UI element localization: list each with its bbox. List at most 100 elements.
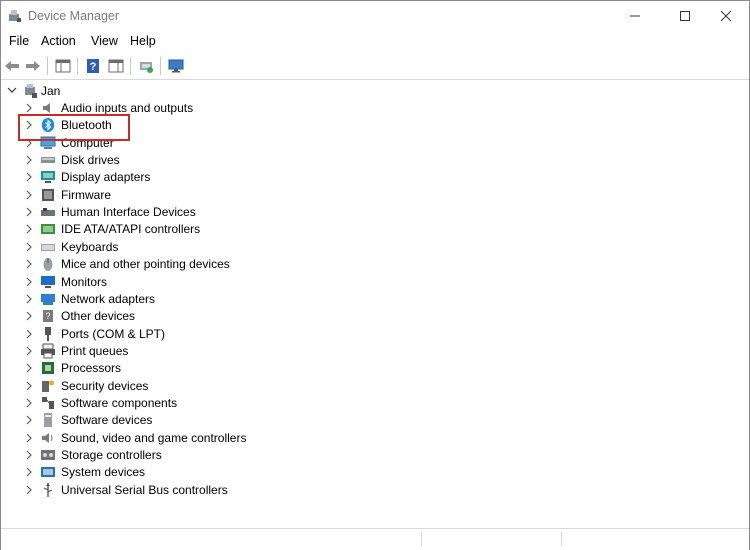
category-network-adapters[interactable]: Network adapters bbox=[1, 291, 601, 308]
category-software-components[interactable]: Software components bbox=[1, 395, 601, 412]
network-adapter-icon bbox=[40, 291, 56, 310]
printer-icon bbox=[40, 343, 56, 362]
menu-bar: File Action View Help bbox=[1, 31, 749, 53]
monitor-button[interactable] bbox=[166, 56, 186, 76]
chevron-right-icon[interactable] bbox=[24, 224, 34, 234]
tree-root[interactable]: Jan bbox=[1, 83, 301, 100]
ide-controller-icon bbox=[40, 221, 56, 240]
chevron-right-icon[interactable] bbox=[24, 398, 34, 408]
category-label: System devices bbox=[61, 465, 146, 480]
title-bar[interactable]: Device Manager bbox=[1, 1, 749, 31]
category-label: Other devices bbox=[61, 309, 136, 324]
category-disk-drives[interactable]: Disk drives bbox=[1, 152, 601, 169]
chevron-right-icon[interactable] bbox=[24, 381, 34, 391]
category-label: Audio inputs and outputs bbox=[61, 101, 194, 115]
svg-text:?: ? bbox=[45, 311, 50, 321]
category-label: Sound, video and game controllers bbox=[61, 430, 247, 445]
category-human-interface-devices[interactable]: Human Interface Devices bbox=[1, 204, 601, 221]
scan-hardware-button[interactable] bbox=[136, 56, 156, 76]
category-label: Firmware bbox=[61, 187, 111, 202]
show-hide-console-tree-button[interactable] bbox=[53, 56, 73, 76]
help-icon: ? bbox=[87, 59, 99, 73]
chevron-right-icon[interactable] bbox=[24, 467, 34, 477]
back-button[interactable] bbox=[2, 56, 22, 76]
category-universal-serial-bus-controllers[interactable]: Universal Serial Bus controllers bbox=[1, 482, 601, 499]
category-label: Storage controllers bbox=[61, 448, 162, 462]
sound-icon bbox=[40, 430, 56, 449]
category-label: Disk drives bbox=[61, 153, 120, 168]
toolbar-separator bbox=[77, 57, 78, 75]
chevron-right-icon[interactable] bbox=[24, 294, 34, 304]
disk-drive-icon bbox=[40, 152, 56, 171]
category-ports-com-lpt[interactable]: Ports (COM & LPT) bbox=[1, 326, 601, 343]
chevron-right-icon[interactable] bbox=[24, 155, 34, 165]
close-icon bbox=[720, 10, 732, 22]
chevron-right-icon[interactable] bbox=[24, 363, 34, 373]
view-icon bbox=[108, 59, 124, 73]
category-firmware[interactable]: Firmware bbox=[1, 187, 601, 204]
highlight-box bbox=[18, 114, 130, 141]
display-adapter-icon bbox=[40, 169, 56, 188]
toolbar-separator bbox=[130, 57, 131, 75]
category-ide-ata-atapi-controllers[interactable]: IDE ATA/ATAPI controllers bbox=[1, 221, 601, 238]
status-divider bbox=[561, 532, 562, 546]
chevron-right-icon[interactable] bbox=[24, 346, 34, 356]
menu-view[interactable]: View bbox=[91, 34, 118, 48]
port-icon bbox=[40, 326, 56, 345]
category-other-devices[interactable]: ? Other devices bbox=[1, 308, 601, 325]
mouse-icon bbox=[40, 256, 56, 275]
category-label: Security devices bbox=[61, 378, 149, 393]
forward-button[interactable] bbox=[23, 56, 43, 76]
chevron-right-icon[interactable] bbox=[24, 433, 34, 443]
category-keyboards[interactable]: Keyboards bbox=[1, 239, 601, 256]
category-monitors[interactable]: Monitors bbox=[1, 274, 601, 291]
svg-text:?: ? bbox=[90, 61, 97, 73]
menu-help[interactable]: Help bbox=[130, 34, 156, 48]
system-device-icon bbox=[40, 464, 56, 483]
chevron-right-icon[interactable] bbox=[24, 103, 34, 113]
usb-icon bbox=[40, 482, 56, 501]
category-label: Network adapters bbox=[61, 291, 156, 306]
category-mice-and-other-pointing-devices[interactable]: Mice and other pointing devices bbox=[1, 256, 601, 273]
chevron-right-icon[interactable] bbox=[24, 259, 34, 269]
category-label: Human Interface Devices bbox=[61, 205, 196, 220]
maximize-button[interactable] bbox=[662, 1, 708, 31]
chevron-right-icon[interactable] bbox=[24, 172, 34, 182]
category-display-adapters[interactable]: Display adapters bbox=[1, 169, 601, 186]
hid-icon bbox=[40, 204, 56, 223]
chevron-right-icon[interactable] bbox=[24, 311, 34, 321]
category-label: Processors bbox=[61, 361, 122, 376]
chevron-right-icon[interactable] bbox=[24, 485, 34, 495]
menu-action[interactable]: Action bbox=[41, 34, 76, 48]
toolbar: ? bbox=[1, 53, 749, 80]
software-device-icon bbox=[40, 412, 56, 431]
category-processors[interactable]: Processors bbox=[1, 360, 601, 377]
chevron-right-icon[interactable] bbox=[24, 329, 34, 339]
chevron-down-icon[interactable] bbox=[7, 85, 17, 95]
category-label: Print queues bbox=[61, 343, 129, 358]
category-system-devices[interactable]: System devices bbox=[1, 464, 601, 481]
toolbar-separator bbox=[160, 57, 161, 75]
category-software-devices[interactable]: Software devices bbox=[1, 412, 601, 429]
category-security-devices[interactable]: Security devices bbox=[1, 378, 601, 395]
chevron-right-icon[interactable] bbox=[24, 415, 34, 425]
view-button[interactable] bbox=[106, 56, 126, 76]
category-label: Display adapters bbox=[61, 170, 151, 185]
minimize-button[interactable] bbox=[612, 1, 658, 31]
category-label: Keyboards bbox=[61, 239, 119, 254]
category-print-queues[interactable]: Print queues bbox=[1, 343, 601, 360]
chevron-right-icon[interactable] bbox=[24, 207, 34, 217]
menu-file[interactable]: File bbox=[9, 34, 29, 48]
category-sound-video-and-game-controllers[interactable]: Sound, video and game controllers bbox=[1, 430, 601, 447]
scan-hardware-icon bbox=[140, 62, 153, 73]
chevron-right-icon[interactable] bbox=[24, 190, 34, 200]
close-button[interactable] bbox=[703, 1, 749, 31]
chevron-right-icon[interactable] bbox=[24, 450, 34, 460]
category-label: Mice and other pointing devices bbox=[61, 257, 230, 272]
category-storage-controllers[interactable]: Storage controllers bbox=[1, 447, 601, 464]
device-tree: Jan Audio inputs and outputs Bluetooth Com… bbox=[1, 80, 749, 528]
chevron-right-icon[interactable] bbox=[24, 242, 34, 252]
tree-root-label: Jan bbox=[41, 84, 61, 98]
chevron-right-icon[interactable] bbox=[24, 277, 34, 287]
help-button[interactable]: ? bbox=[83, 56, 103, 76]
